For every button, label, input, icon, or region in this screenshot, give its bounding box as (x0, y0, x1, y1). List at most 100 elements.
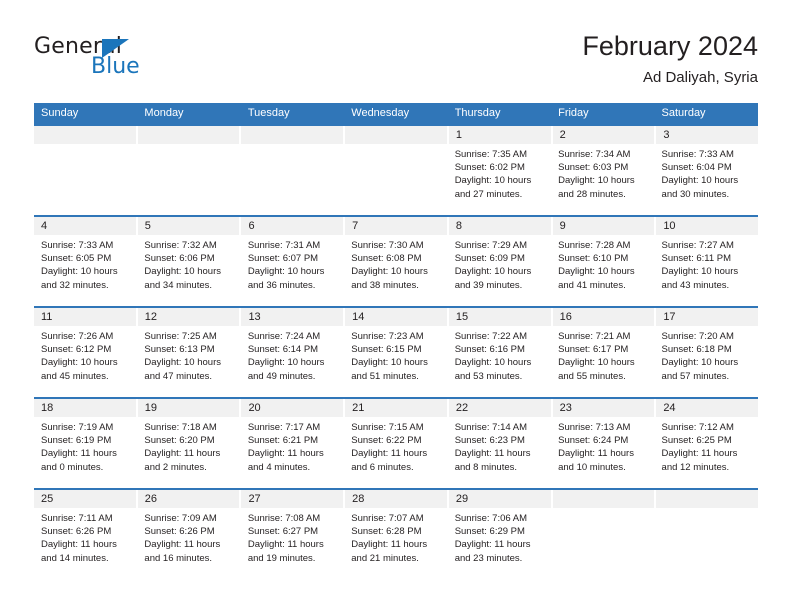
day-cell[interactable]: Sunrise: 7:32 AM Sunset: 6:06 PM Dayligh… (137, 235, 240, 306)
day-cell[interactable]: Sunrise: 7:06 AM Sunset: 6:29 PM Dayligh… (448, 508, 551, 579)
daylight-text: Daylight: 10 hours and 51 minutes. (351, 357, 428, 382)
day-number[interactable]: 18 (34, 399, 138, 417)
day-number[interactable]: 17 (656, 308, 758, 326)
day-cell[interactable]: Sunrise: 7:25 AM Sunset: 6:13 PM Dayligh… (137, 326, 240, 397)
day-number[interactable] (345, 126, 449, 144)
sunrise-text: Sunrise: 7:11 AM (41, 513, 113, 524)
day-cell[interactable] (137, 144, 240, 215)
day-cell[interactable]: Sunrise: 7:24 AM Sunset: 6:14 PM Dayligh… (241, 326, 344, 397)
day-cell[interactable]: Sunrise: 7:27 AM Sunset: 6:11 PM Dayligh… (655, 235, 758, 306)
day-cell[interactable] (655, 508, 758, 579)
day-number[interactable]: 14 (345, 308, 449, 326)
day-cell[interactable]: Sunrise: 7:11 AM Sunset: 6:26 PM Dayligh… (34, 508, 137, 579)
day-number[interactable] (138, 126, 242, 144)
day-cell[interactable]: Sunrise: 7:15 AM Sunset: 6:22 PM Dayligh… (344, 417, 447, 488)
day-number[interactable]: 3 (656, 126, 758, 144)
sunset-text: Sunset: 6:25 PM (661, 435, 732, 447)
sunrise-text: Sunrise: 7:12 AM (661, 422, 734, 433)
day-number[interactable]: 23 (553, 399, 657, 417)
day-cell[interactable]: Sunrise: 7:29 AM Sunset: 6:09 PM Dayligh… (448, 235, 551, 306)
day-cell[interactable] (241, 144, 344, 215)
day-number[interactable]: 24 (656, 399, 758, 417)
day-number[interactable]: 29 (449, 490, 553, 508)
day-cell[interactable]: Sunrise: 7:34 AM Sunset: 6:03 PM Dayligh… (551, 144, 654, 215)
day-number[interactable]: 5 (138, 217, 242, 235)
sunrise-text: Sunrise: 7:14 AM (454, 422, 528, 433)
day-number[interactable]: 11 (34, 308, 138, 326)
day-number[interactable]: 15 (449, 308, 553, 326)
weekday-header-thursday: Thursday (454, 107, 501, 119)
day-cell[interactable]: Sunrise: 7:33 AM Sunset: 6:04 PM Dayligh… (655, 144, 758, 215)
daylight-text: Daylight: 10 hours and 28 minutes. (558, 175, 635, 200)
sunset-text: Sunset: 6:26 PM (144, 526, 215, 538)
day-cell[interactable]: Sunrise: 7:35 AM Sunset: 6:02 PM Dayligh… (448, 144, 551, 215)
title-block: February 2024 Ad Daliyah, Syria (582, 30, 758, 89)
day-cell[interactable]: Sunrise: 7:13 AM Sunset: 6:24 PM Dayligh… (551, 417, 654, 488)
day-number[interactable]: 13 (241, 308, 346, 326)
day-number[interactable]: 20 (241, 399, 346, 417)
day-cell[interactable]: Sunrise: 7:20 AM Sunset: 6:18 PM Dayligh… (655, 326, 758, 397)
sunrise-text: Sunrise: 7:06 AM (454, 513, 528, 524)
day-detail-band: Sunrise: 7:11 AM Sunset: 6:26 PM Dayligh… (34, 508, 758, 579)
sunset-text: Sunset: 6:04 PM (661, 162, 732, 174)
day-number[interactable]: 8 (449, 217, 553, 235)
sunrise-text: Sunrise: 7:17 AM (247, 422, 321, 433)
day-detail-band: Sunrise: 7:26 AM Sunset: 6:12 PM Dayligh… (34, 326, 758, 397)
day-number[interactable]: 22 (449, 399, 553, 417)
day-cell[interactable]: Sunrise: 7:22 AM Sunset: 6:16 PM Dayligh… (448, 326, 551, 397)
day-cell[interactable]: Sunrise: 7:28 AM Sunset: 6:10 PM Dayligh… (551, 235, 654, 306)
sunrise-text: Sunrise: 7:20 AM (661, 331, 734, 342)
day-cell[interactable]: Sunrise: 7:18 AM Sunset: 6:20 PM Dayligh… (137, 417, 240, 488)
week-row: 1 2 3 Sunrise: 7:35 AM Sunset: 6:02 PM D… (34, 124, 758, 215)
day-cell[interactable]: Sunrise: 7:21 AM Sunset: 6:17 PM Dayligh… (551, 326, 654, 397)
day-cell[interactable]: Sunrise: 7:09 AM Sunset: 6:26 PM Dayligh… (137, 508, 240, 579)
sunrise-text: Sunrise: 7:31 AM (247, 240, 321, 251)
day-number[interactable] (656, 490, 758, 508)
day-number[interactable]: 4 (34, 217, 138, 235)
sunset-text: Sunset: 6:08 PM (351, 253, 422, 265)
day-cell[interactable]: Sunrise: 7:07 AM Sunset: 6:28 PM Dayligh… (344, 508, 447, 579)
day-cell[interactable]: Sunrise: 7:30 AM Sunset: 6:08 PM Dayligh… (344, 235, 447, 306)
day-cell[interactable]: Sunrise: 7:14 AM Sunset: 6:23 PM Dayligh… (448, 417, 551, 488)
daylight-text: Daylight: 10 hours and 53 minutes. (454, 357, 532, 382)
day-cell[interactable]: Sunrise: 7:26 AM Sunset: 6:12 PM Dayligh… (34, 326, 137, 397)
day-cell[interactable]: Sunrise: 7:17 AM Sunset: 6:21 PM Dayligh… (241, 417, 344, 488)
day-number[interactable]: 26 (138, 490, 242, 508)
day-number[interactable]: 12 (138, 308, 242, 326)
day-number[interactable]: 2 (553, 126, 657, 144)
day-number[interactable]: 10 (656, 217, 758, 235)
day-number[interactable]: 25 (34, 490, 138, 508)
day-number[interactable]: 7 (345, 217, 449, 235)
sunset-text: Sunset: 6:26 PM (41, 526, 112, 538)
day-number[interactable]: 9 (553, 217, 657, 235)
day-number[interactable]: 21 (345, 399, 449, 417)
day-number[interactable] (34, 126, 138, 144)
daylight-text: Daylight: 10 hours and 39 minutes. (454, 266, 532, 291)
day-cell[interactable] (344, 144, 447, 215)
day-number-band: 1 2 3 (34, 126, 758, 144)
day-number[interactable] (241, 126, 346, 144)
sunset-text: Sunset: 6:11 PM (661, 253, 732, 265)
day-number[interactable]: 16 (553, 308, 657, 326)
day-number[interactable]: 19 (138, 399, 242, 417)
day-cell[interactable] (551, 508, 654, 579)
weekday-header-wednesday: Wednesday (351, 107, 410, 119)
day-cell[interactable]: Sunrise: 7:31 AM Sunset: 6:07 PM Dayligh… (241, 235, 344, 306)
sunset-text: Sunset: 6:16 PM (454, 344, 525, 356)
day-cell[interactable]: Sunrise: 7:23 AM Sunset: 6:15 PM Dayligh… (344, 326, 447, 397)
day-detail-band: Sunrise: 7:19 AM Sunset: 6:19 PM Dayligh… (34, 417, 758, 488)
day-number[interactable]: 1 (449, 126, 553, 144)
day-cell[interactable]: Sunrise: 7:12 AM Sunset: 6:25 PM Dayligh… (655, 417, 758, 488)
day-number[interactable]: 27 (241, 490, 346, 508)
day-number-band: 11 12 13 14 15 16 17 (34, 308, 758, 326)
day-number[interactable] (553, 490, 657, 508)
day-cell[interactable]: Sunrise: 7:33 AM Sunset: 6:05 PM Dayligh… (34, 235, 137, 306)
day-cell[interactable]: Sunrise: 7:19 AM Sunset: 6:19 PM Dayligh… (34, 417, 137, 488)
day-number[interactable]: 28 (345, 490, 449, 508)
weekday-header-friday: Friday (558, 107, 589, 119)
sunset-text: Sunset: 6:09 PM (454, 253, 525, 265)
day-cell[interactable] (34, 144, 137, 215)
day-number[interactable]: 6 (241, 217, 346, 235)
week-row: 4 5 6 7 8 9 10 Sunrise: 7:33 AM Sunset: … (34, 215, 758, 306)
day-cell[interactable]: Sunrise: 7:08 AM Sunset: 6:27 PM Dayligh… (241, 508, 344, 579)
